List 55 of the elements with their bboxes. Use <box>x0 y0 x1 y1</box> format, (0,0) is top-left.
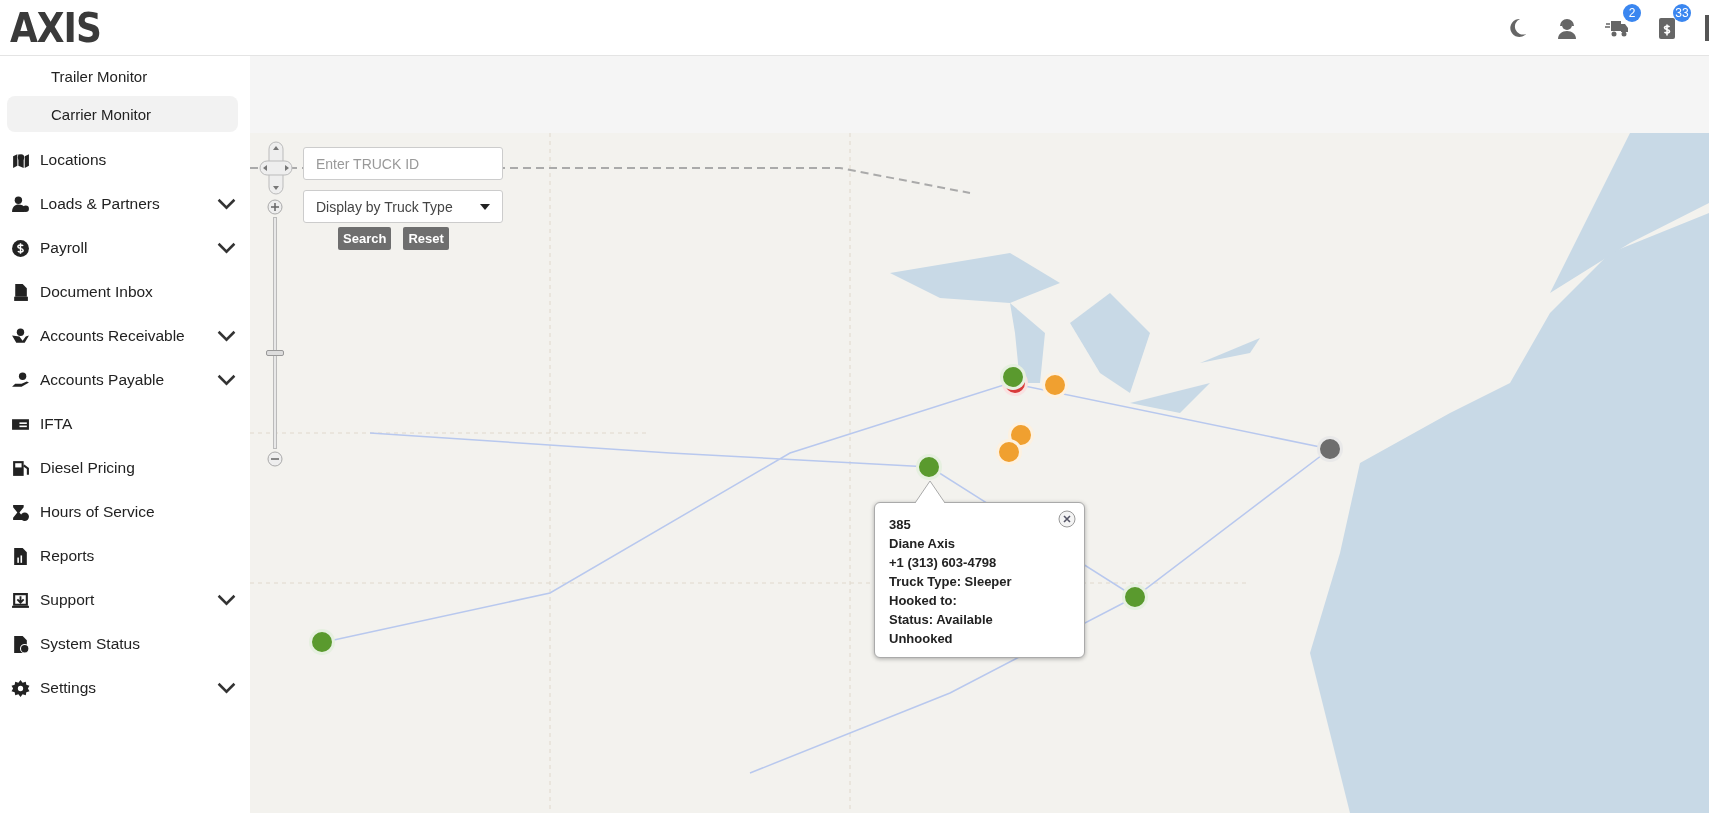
sidebar-subitem[interactable]: Carrier Monitor <box>7 96 238 132</box>
popup-text: 385 <box>889 516 911 534</box>
truck-marker[interactable] <box>916 454 942 480</box>
zoom-out-button[interactable] <box>267 451 283 467</box>
sidebar-item[interactable]: Support <box>40 591 207 609</box>
menu-icon <box>11 458 30 478</box>
sidebar-item[interactable]: Accounts Payable <box>40 371 207 389</box>
menu-icon <box>11 546 30 566</box>
sidebar-item[interactable]: Hours of Service <box>40 503 236 521</box>
sidebar-item[interactable]: Settings <box>40 679 207 697</box>
map-button[interactable]: Reset <box>403 227 449 250</box>
zoom-slider-track[interactable] <box>266 217 284 449</box>
menu-icon <box>11 282 30 302</box>
sidebar-item[interactable]: System Status <box>40 635 236 653</box>
sidebar-item[interactable]: Locations <box>40 151 236 169</box>
truck-marker[interactable] <box>1000 364 1026 390</box>
truck-marker[interactable] <box>1008 422 1034 448</box>
menu-icon <box>11 238 30 258</box>
truck-marker[interactable] <box>996 439 1022 465</box>
popup-text: +1 (313) 603-4798 <box>889 554 997 572</box>
truck-type-dropdown[interactable]: Display by Truck Type <box>303 190 503 223</box>
menu-icon <box>11 194 30 214</box>
sidebar-item[interactable]: IFTA <box>40 415 236 433</box>
sidebar-item[interactable]: Diesel Pricing <box>40 459 236 477</box>
menu-icon <box>11 370 30 390</box>
sidebar-item[interactable]: Accounts Receivable <box>40 327 207 345</box>
zoom-slider-thumb[interactable] <box>266 350 284 357</box>
close-icon[interactable] <box>1058 510 1076 528</box>
truck-marker[interactable] <box>1042 372 1068 398</box>
popup-text: Unhooked <box>889 630 953 648</box>
sidebar-item[interactable]: Loads & Partners <box>40 195 207 213</box>
menu-icon <box>11 678 30 698</box>
pan-control[interactable] <box>259 141 293 195</box>
menu-icon <box>11 634 30 654</box>
map-button[interactable]: Search <box>338 227 392 250</box>
popup-text: Diane Axis <box>889 535 955 553</box>
menu-icon <box>11 590 30 610</box>
sidebar-subitem[interactable]: Trailer Monitor <box>7 58 238 94</box>
notification-badge: 33 <box>1673 3 1691 22</box>
zoom-in-button[interactable] <box>267 199 283 215</box>
caret-icon <box>480 203 490 210</box>
popup-text: Truck Type: Sleeper <box>889 573 1012 591</box>
sidebar-item[interactable]: Payroll <box>40 239 207 257</box>
sidebar-item[interactable]: Document Inbox <box>40 283 236 301</box>
logo: AXIS <box>10 4 101 51</box>
menu-icon <box>11 326 30 346</box>
sidebar-item[interactable]: Reports <box>40 547 236 565</box>
notification-badge: 2 <box>1623 3 1641 22</box>
truck-marker[interactable] <box>309 629 335 655</box>
truck-id-field[interactable]: Enter TRUCK ID <box>303 147 503 180</box>
truck-marker[interactable] <box>1122 584 1148 610</box>
truck-marker[interactable] <box>1317 436 1343 462</box>
menu-icon <box>11 502 30 522</box>
popup-text: Hooked to: <box>889 592 957 610</box>
popup-text: Status: Available <box>889 611 993 629</box>
